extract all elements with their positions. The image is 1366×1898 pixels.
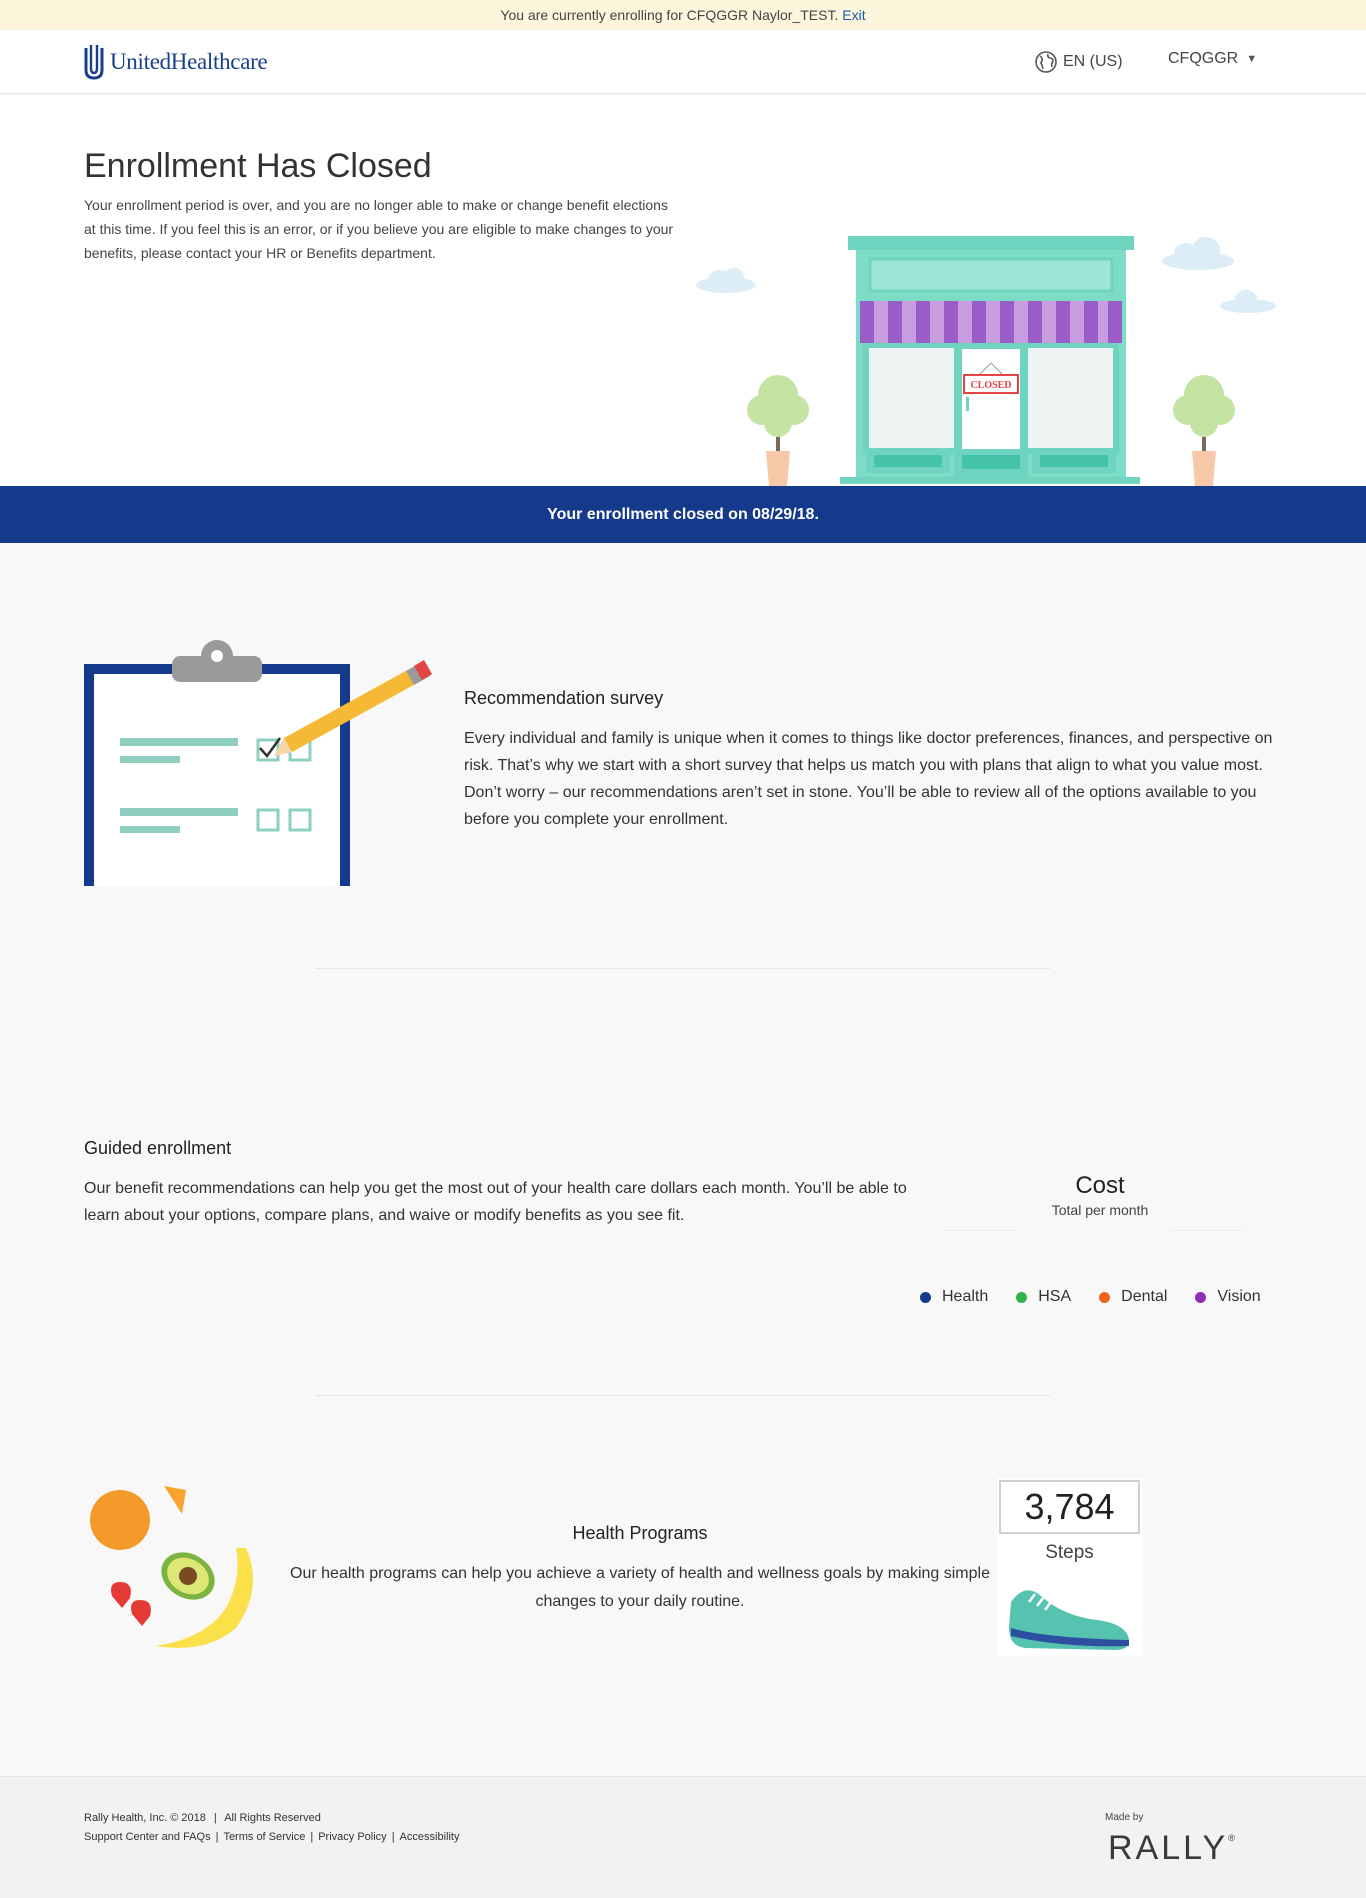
- rally-logo-text: RALLY: [1108, 1829, 1229, 1867]
- cost-legend: Health HSA Dental Vision: [920, 1288, 1261, 1306]
- globe-icon: [1035, 51, 1057, 73]
- legend-label: Dental: [1121, 1288, 1168, 1305]
- footer-separator: |: [310, 1831, 314, 1843]
- exit-link[interactable]: Exit: [842, 7, 865, 23]
- legend-item-vision: Vision: [1195, 1288, 1261, 1306]
- footer-link-terms[interactable]: Terms of Service: [223, 1831, 305, 1843]
- logo-text: UnitedHealthcare: [110, 49, 268, 74]
- enrollment-banner: You are currently enrolling for CFQGGR N…: [0, 0, 1366, 30]
- hero-section: Enrollment Has Closed Your enrollment pe…: [0, 95, 1366, 486]
- legend-label: Vision: [1217, 1288, 1261, 1305]
- section-divider: [315, 1395, 1050, 1396]
- uhc-logo-icon: [84, 45, 104, 80]
- language-selector[interactable]: EN (US): [1034, 50, 1123, 74]
- steps-label: Steps: [1045, 1542, 1094, 1563]
- chevron-down-icon: ▼: [1246, 53, 1258, 65]
- enrollment-banner-text: You are currently enrolling for CFQGGR N…: [500, 7, 839, 23]
- enrollment-closed-bar: Your enrollment closed on 08/29/18.: [0, 486, 1366, 543]
- unitedhealthcare-logo[interactable]: UnitedHealthcare: [84, 44, 268, 80]
- health-programs-description: Our health programs can help you achieve…: [290, 1565, 990, 1610]
- legend-dot-hsa: [1016, 1291, 1028, 1303]
- footer-links: Support Center and FAQs | Terms of Servi…: [84, 1831, 459, 1843]
- footer-separator: |: [213, 1812, 217, 1824]
- section-divider: [315, 968, 1050, 969]
- storefront: CLOSED: [840, 236, 1140, 484]
- cost-summary: Cost Total per month: [944, 1172, 1250, 1234]
- health-programs-title: Health Programs: [572, 1523, 708, 1543]
- footer-link-privacy[interactable]: Privacy Policy: [318, 1831, 386, 1843]
- registered-mark: ®: [1228, 1833, 1235, 1843]
- footer-link-support[interactable]: Support Center and FAQs: [84, 1831, 211, 1843]
- user-name: CFQGGR: [1168, 50, 1239, 67]
- legend-item-hsa: HSA: [1016, 1288, 1071, 1306]
- clipboard-illustration: [84, 640, 432, 886]
- survey-title: Recommendation survey: [464, 688, 664, 708]
- strawberry-icon: [111, 1582, 131, 1608]
- cost-rule: [944, 1230, 1016, 1231]
- footer-separator: |: [215, 1831, 219, 1843]
- fruit-illustration: [90, 1486, 254, 1648]
- language-label: EN (US): [1063, 53, 1123, 70]
- strawberry-icon: [131, 1600, 151, 1626]
- legend-dot-vision: [1195, 1291, 1207, 1303]
- copyright-text: Rally Health, Inc. © 2018: [84, 1812, 206, 1824]
- legend-label: HSA: [1038, 1288, 1072, 1305]
- closed-storefront-illustration: CLOSED: [696, 229, 1276, 486]
- survey-description: Every individual and family is unique wh…: [464, 730, 1273, 828]
- hero-description: Your enrollment period is over, and you …: [84, 197, 674, 261]
- guided-enrollment-description: Our benefit recommendations can help you…: [84, 1180, 907, 1224]
- footer: Rally Health, Inc. © 2018 | All Rights R…: [0, 1776, 1366, 1898]
- page-title: Enrollment Has Closed: [84, 147, 432, 185]
- footer-link-accessibility[interactable]: Accessibility: [400, 1831, 460, 1843]
- rally-logo[interactable]: RALLY®: [1108, 1829, 1235, 1868]
- user-menu[interactable]: CFQGGR ▼: [1168, 50, 1257, 68]
- made-by-label: Made by: [1105, 1812, 1144, 1823]
- moon-icon: [770, 229, 814, 273]
- cost-subtitle: Total per month: [1051, 1202, 1149, 1218]
- footer-separator: |: [391, 1831, 395, 1843]
- legend-dot-health: [920, 1291, 931, 1303]
- footer-copyright: Rally Health, Inc. © 2018 | All Rights R…: [84, 1812, 321, 1824]
- rights-text: All Rights Reserved: [224, 1812, 321, 1824]
- guided-enrollment-title: Guided enrollment: [84, 1138, 232, 1158]
- orange-slice-icon: [164, 1486, 186, 1514]
- cloud-icon: [1220, 290, 1276, 313]
- cloud-icon: [1162, 237, 1234, 270]
- potted-tree-left: [747, 375, 809, 486]
- cost-rule: [1170, 1230, 1242, 1231]
- enrollment-closed-date: Your enrollment closed on 08/29/18.: [547, 506, 819, 523]
- steps-card: 3,784 Steps: [997, 1478, 1142, 1656]
- cost-title: Cost: [1075, 1172, 1125, 1199]
- legend-item-dental: Dental: [1099, 1288, 1167, 1306]
- legend-dot-dental: [1099, 1291, 1111, 1303]
- cloud-icon: [696, 268, 756, 293]
- closed-sign-text: CLOSED: [970, 380, 1011, 391]
- steps-count: 3,784: [999, 1480, 1140, 1534]
- orange-icon: [90, 1490, 150, 1550]
- legend-label: Health: [942, 1288, 989, 1305]
- potted-tree-right: [1173, 375, 1235, 486]
- legend-item-health: Health: [920, 1288, 988, 1306]
- running-shoe-icon: [1009, 1590, 1129, 1650]
- top-nav: UnitedHealthcare EN (US) CFQGGR ▼: [0, 30, 1366, 94]
